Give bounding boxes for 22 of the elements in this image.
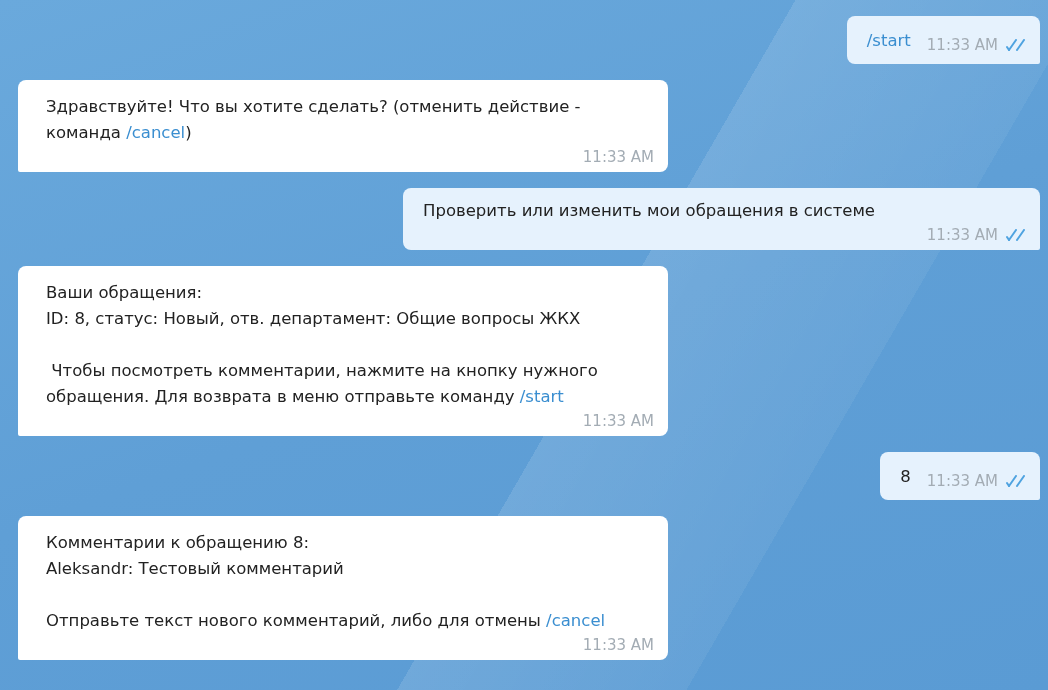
message-text: ) bbox=[185, 123, 192, 142]
command-link[interactable]: /cancel bbox=[546, 611, 606, 630]
message-text: обращения. Для возврата в меню отправьте команду bbox=[46, 387, 516, 406]
message-time: 11:33 AM bbox=[926, 36, 998, 54]
message-text: 8 bbox=[900, 467, 911, 486]
message-time: 11:33 AM bbox=[582, 148, 654, 166]
command-link[interactable]: /start bbox=[866, 31, 911, 50]
message-time: 11:33 AM bbox=[926, 226, 998, 244]
message-text: Ваши обращения: bbox=[46, 283, 203, 302]
message-text: Комментарии к обращению 8: bbox=[46, 533, 309, 552]
message-text: команда bbox=[46, 123, 122, 142]
message-text: Чтобы посмотреть комментарии, нажмите на кнопку нужного bbox=[50, 361, 598, 380]
message-text: Проверить или изменить мои обращения в системе bbox=[423, 201, 875, 220]
message-text: ID: 8, статус: Новый, отв. департамент: Общие вопросы ЖКХ bbox=[46, 309, 581, 328]
message-text: Отправьте текст нового комментарий, либо для отмены bbox=[46, 611, 542, 630]
command-link[interactable]: /cancel bbox=[126, 123, 186, 142]
message-time: 11:33 AM bbox=[582, 636, 654, 654]
message-text: Здравствуйте! Что вы хотите сделать? (отменить действие - bbox=[46, 97, 581, 116]
message-time: 11:33 AM bbox=[582, 412, 654, 430]
message-text: Aleksandr: Тестовый комментарий bbox=[46, 559, 344, 578]
command-link[interactable]: /start bbox=[519, 387, 564, 406]
message-time: 11:33 AM bbox=[926, 472, 998, 490]
